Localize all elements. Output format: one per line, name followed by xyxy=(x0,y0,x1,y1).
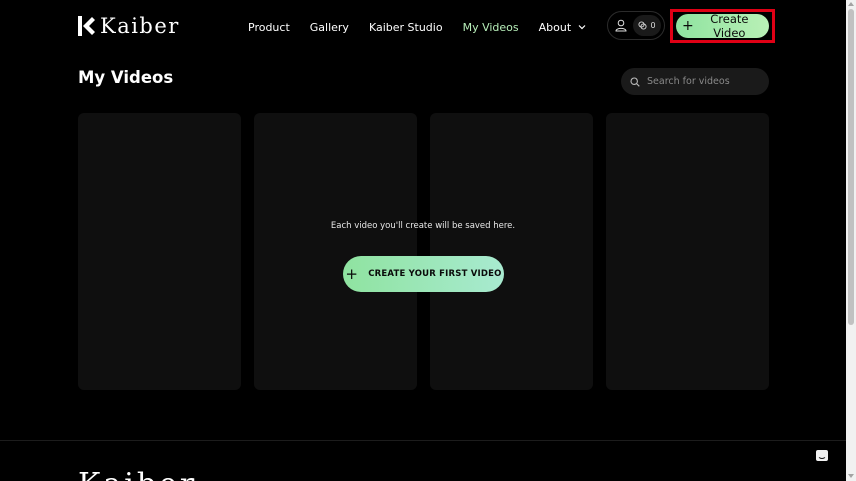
kaiber-logo-icon xyxy=(78,16,95,36)
credits-count: 0 xyxy=(650,21,656,30)
scroll-down-arrow-icon[interactable] xyxy=(848,474,854,478)
search-box[interactable] xyxy=(621,68,769,95)
logo-text: Kaiber xyxy=(100,14,180,38)
nav-item-about[interactable]: About xyxy=(539,21,588,34)
page: Kaiber Product Gallery Kaiber Studio My … xyxy=(0,0,856,481)
empty-state-message: Each video you'll create will be saved h… xyxy=(330,221,516,231)
main-nav: Product Gallery Kaiber Studio My Videos … xyxy=(248,18,587,36)
search-icon xyxy=(630,76,640,87)
nav-item-about-label: About xyxy=(538,20,572,34)
create-first-video-button[interactable]: + CREATE YOUR FIRST VIDEO xyxy=(343,256,504,292)
create-video-button[interactable]: + Create Video xyxy=(676,12,769,40)
video-card-placeholder xyxy=(254,113,417,390)
search-input[interactable] xyxy=(647,76,759,87)
nav-item-gallery[interactable]: Gallery xyxy=(310,21,349,34)
scroll-up-arrow-icon[interactable] xyxy=(848,2,854,6)
nav-item-my-videos[interactable]: My Videos xyxy=(463,21,519,34)
create-first-video-label: CREATE YOUR FIRST VIDEO xyxy=(368,269,502,279)
footer-logo: Kaiber xyxy=(78,470,197,481)
scrollbar-thumb[interactable] xyxy=(848,9,854,325)
page-title: My Videos xyxy=(78,68,174,87)
credits-badge: 0 xyxy=(633,15,661,36)
nav-item-kaiber-studio[interactable]: Kaiber Studio xyxy=(369,21,443,34)
chat-icon xyxy=(816,450,828,461)
kaiber-logo[interactable]: Kaiber xyxy=(78,14,180,38)
video-card-placeholder xyxy=(430,113,593,390)
video-card-placeholder xyxy=(78,113,241,390)
chevron-down-icon xyxy=(578,25,586,30)
nav-item-product[interactable]: Product xyxy=(248,21,290,34)
chat-widget-button[interactable] xyxy=(810,444,834,468)
footer-divider xyxy=(0,440,846,441)
user-icon xyxy=(615,19,627,32)
account-menu[interactable]: 0 xyxy=(607,11,665,40)
credits-icon xyxy=(638,21,648,30)
create-video-label: Create Video xyxy=(710,12,749,40)
plus-icon: + xyxy=(682,17,694,34)
plus-icon: + xyxy=(345,264,359,283)
video-card-placeholder xyxy=(606,113,769,390)
